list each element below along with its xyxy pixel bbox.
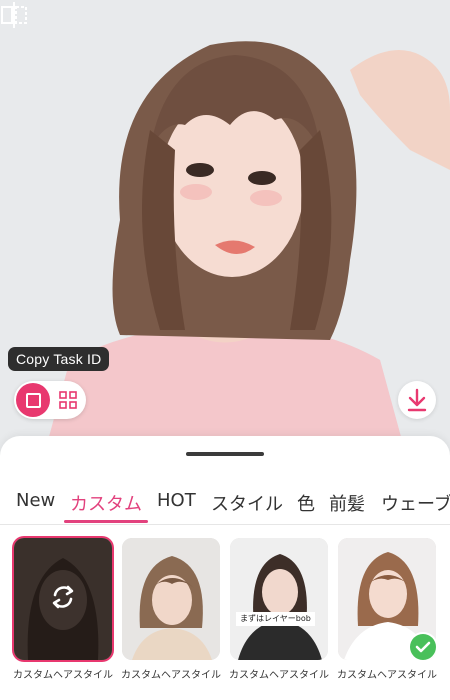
hairstyle-card[interactable] [338, 538, 436, 660]
compare-split-icon[interactable] [0, 0, 28, 30]
hairstyle-card-custom[interactable] [14, 538, 112, 660]
swap-icon [52, 585, 74, 609]
grid-view-icon[interactable] [58, 390, 78, 410]
hairstyle-thumbnail [230, 538, 328, 660]
tab-hot[interactable]: HOT [157, 490, 196, 511]
single-view-button[interactable] [16, 383, 50, 417]
download-icon [407, 388, 427, 412]
hairstyle-grid: カスタムヘアスタイル カスタムヘアスタイル まずはレイヤーbob カスタムヘアス… [0, 538, 450, 688]
hairstyle-card[interactable]: まずはレイヤーbob [230, 538, 328, 660]
download-button[interactable] [398, 381, 436, 419]
hairstyle-card[interactable] [122, 538, 220, 660]
hairstyle-thumbnail [122, 538, 220, 660]
selected-check-badge [410, 634, 436, 660]
tab-color[interactable]: 色 [297, 490, 315, 516]
category-tabs: New カスタム HOT スタイル 色 前髪 ウェーブ [0, 484, 450, 525]
sheet-drag-handle[interactable] [186, 452, 264, 456]
tab-style[interactable]: スタイル [211, 490, 283, 516]
hairstyle-bottom-sheet: New カスタム HOT スタイル 色 前髪 ウェーブ カスタムヘアスタイル カ… [0, 436, 450, 700]
single-view-icon [26, 393, 41, 408]
card-label: カスタムヘアスタイル [121, 670, 221, 681]
active-tab-underline [64, 520, 148, 523]
card-label: カスタムヘアスタイル [13, 670, 113, 681]
card-label: カスタムヘアスタイル [337, 670, 437, 681]
card-label: カスタムヘアスタイル [229, 670, 329, 681]
card-caption: まずはレイヤーbob [236, 612, 315, 626]
copy-task-id-tooltip[interactable]: Copy Task ID [8, 347, 110, 371]
tab-wave[interactable]: ウェーブ [381, 490, 450, 516]
check-icon [415, 641, 431, 653]
tab-new[interactable]: New [16, 490, 55, 511]
view-mode-toggle[interactable] [14, 381, 86, 419]
tab-custom[interactable]: カスタム [70, 490, 142, 516]
tab-bangs[interactable]: 前髪 [329, 490, 365, 516]
